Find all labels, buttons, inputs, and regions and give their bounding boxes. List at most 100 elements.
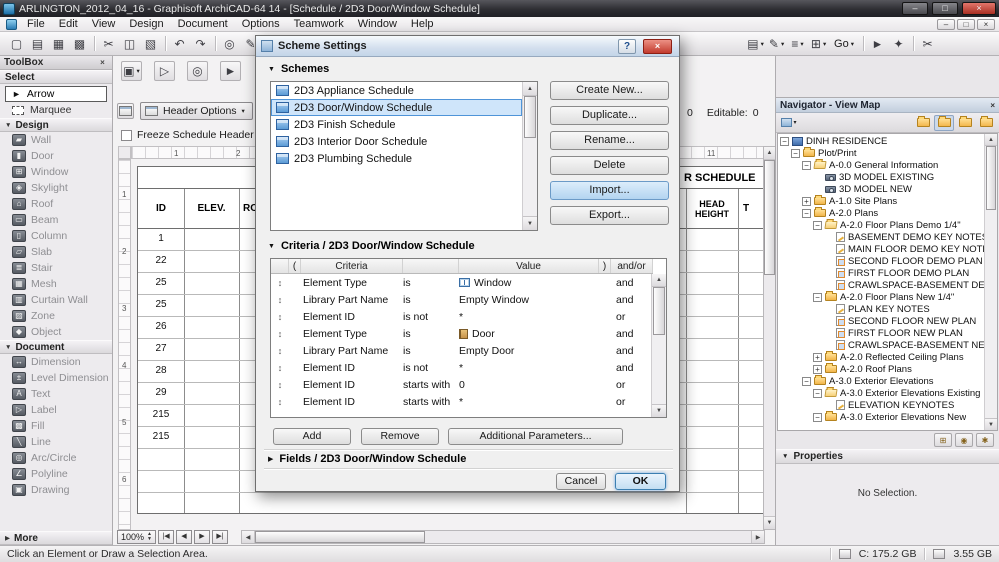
tree-item[interactable]: A-2.0 Plans [778,207,984,219]
scroll-up-icon[interactable]: ▲ [764,147,775,160]
tree-expander-icon[interactable] [791,148,800,158]
reorder-handle-icon[interactable]: ↕ [271,397,289,407]
project-chooser-icon[interactable]: ▾ [779,115,799,131]
tool-circle-icon[interactable]: ◎ ▾ [187,61,208,81]
tree-expander-icon[interactable] [813,220,822,230]
tree-item[interactable]: ELEVATION KEYNOTES [778,399,984,411]
tree-item[interactable]: A-2.0 Floor Plans New 1/4" [778,291,984,303]
menu-item[interactable]: Document [171,17,235,31]
schedule-row[interactable] [138,493,775,513]
close-button[interactable]: × [962,2,996,15]
delete-button[interactable]: Delete [550,156,669,175]
menu-item[interactable]: File [20,17,52,31]
tree-item[interactable]: A-1.0 Site Plans [778,195,984,207]
minimize-button[interactable]: – [902,2,928,15]
save-icon[interactable]: ▦ ▾ [48,34,69,54]
scroll-right-icon[interactable]: ▶ [751,531,764,543]
column-header-elev[interactable]: ELEV. [184,189,239,228]
criteria-row[interactable]: ↕ Element ID starts with 0 or [271,376,653,393]
toolbox-section-select[interactable]: Select [0,70,112,84]
tree-expander-icon[interactable] [780,136,789,146]
project-map-icon[interactable] [913,115,933,131]
new-folder-icon[interactable]: ⊞ [934,433,952,447]
cut-icon[interactable]: ✂ ▾ [98,34,119,54]
scroll-up-icon[interactable]: ▲ [985,134,997,146]
tree-item[interactable]: MAIN FLOOR DEMO KEY NOTES [778,243,984,255]
undo-icon[interactable]: ↶ ▾ [169,34,190,54]
tree-scrollbar[interactable]: ▲ ▼ [984,134,997,430]
toolbox-section-more[interactable]: ▶ More [0,531,112,545]
help-button[interactable]: ? [618,38,636,54]
additional-parameters-button[interactable]: Additional Parameters... [448,428,623,445]
scroll-up-icon[interactable]: ▲ [523,82,537,96]
toolbox-item[interactable]: ▱ Slab [0,244,112,260]
rename-button[interactable]: Rename... [550,131,669,150]
dialog-close-button[interactable]: × [643,38,672,54]
toolbox-item[interactable]: ± Level Dimension [0,370,112,386]
scheme-list-item[interactable]: 2D3 Finish Schedule [271,116,522,133]
scroll-down-icon[interactable]: ▼ [764,516,775,529]
tree-item[interactable]: A-2.0 Floor Plans Demo 1/4" [778,219,984,231]
remove-button[interactable]: Remove [361,428,439,445]
scheme-list-item[interactable]: 2D3 Appliance Schedule [271,82,522,99]
toolbox-section-document[interactable]: ▼ Document [0,340,112,354]
menu-item[interactable]: Help [404,17,441,31]
add-button[interactable]: Add [273,428,351,445]
freeze-header-checkbox[interactable] [121,129,132,141]
menu-item[interactable]: Edit [52,17,85,31]
toolbox-item[interactable]: ▨ Zone [0,308,112,324]
dialog-title-bar[interactable]: Scheme Settings ? × [256,36,679,57]
tree-expander-icon[interactable] [802,376,811,386]
walk-tool-icon[interactable]: ✦ ▾ [888,34,909,54]
criteria-row[interactable]: ↕ Element ID is not * or [271,308,653,325]
layout-book-icon[interactable] [955,115,975,131]
criteria-row[interactable]: ↕ Element ID starts with * or [271,393,653,410]
tree-item[interactable]: FIRST FLOOR NEW PLAN [778,327,984,339]
tree-expander-icon[interactable] [802,160,811,170]
toolbox-item-marquee[interactable]: Marquee [0,102,112,118]
mdi-restore-button[interactable]: □ [957,18,975,30]
scrollbar-thumb[interactable] [255,531,425,543]
menu-item[interactable]: Teamwork [287,17,351,31]
tree-item[interactable]: CRAWLSPACE-BASEMENT DEMO P... [778,279,984,291]
publisher-sets-icon[interactable] [976,115,996,131]
tree-expander-icon[interactable] [813,352,822,362]
reorder-handle-icon[interactable]: ↕ [271,363,289,373]
tree-expander-icon[interactable] [813,364,822,374]
reorder-handle-icon[interactable]: ↕ [271,312,289,322]
ok-button[interactable]: OK [615,473,666,490]
tool-cursor-icon[interactable]: ► ▾ [220,61,241,81]
redo-icon[interactable]: ↷ ▾ [190,34,211,54]
criteria-row[interactable]: ↕ Element Type is Door and [271,325,653,342]
duplicate-button[interactable]: Duplicate... [550,106,669,125]
toolbox-item[interactable]: ▷ Label [0,402,112,418]
toolbox-item[interactable]: A Text [0,386,112,402]
toolbox-item[interactable]: ◎ Arc/Circle [0,450,112,466]
criteria-row[interactable]: ↕ Element ID is not * and [271,359,653,376]
tree-item[interactable]: A-2.0 Roof Plans [778,363,984,375]
pen-set-icon[interactable]: ✎ ▾ [766,34,787,54]
scrollbar-thumb[interactable] [986,146,996,210]
tree-item[interactable]: A-3.0 Exterior Elevations [778,375,984,387]
view-map-icon[interactable] [934,114,954,131]
horizontal-scrollbar[interactable]: ◀ ▶ [241,530,765,544]
column-header-head-height[interactable]: HEAD HEIGHT [686,189,738,228]
schemes-section-header[interactable]: ▼ Schemes [268,63,329,75]
mdi-minimize-button[interactable]: – [937,18,955,30]
zoom-icon[interactable]: ◎ ▾ [219,34,240,54]
mdi-close-button[interactable]: × [977,18,995,30]
tree-item[interactable]: PLAN KEY NOTES [778,303,984,315]
layers-icon[interactable]: ▤ ▾ [745,34,766,54]
scroll-up-icon[interactable]: ▲ [652,274,666,287]
section-tool-icon[interactable]: ✂ ▾ [917,34,938,54]
page-nav-button[interactable]: ▶| [211,530,228,544]
header-grid-icon[interactable] [117,103,134,119]
line-type-icon[interactable]: ≡ ▾ [787,34,808,54]
tree-item[interactable]: SECOND FLOOR NEW PLAN [778,315,984,327]
toolbox-item[interactable]: ◆ Object [0,324,112,340]
export-button[interactable]: Export... [550,206,669,225]
tree-item[interactable]: Plot/Print [778,147,984,159]
tree-expander-icon[interactable] [813,412,822,422]
tree-item[interactable]: 3D MODEL EXISTING [778,171,984,183]
toolbox-item[interactable]: ▣ Drawing [0,482,112,498]
